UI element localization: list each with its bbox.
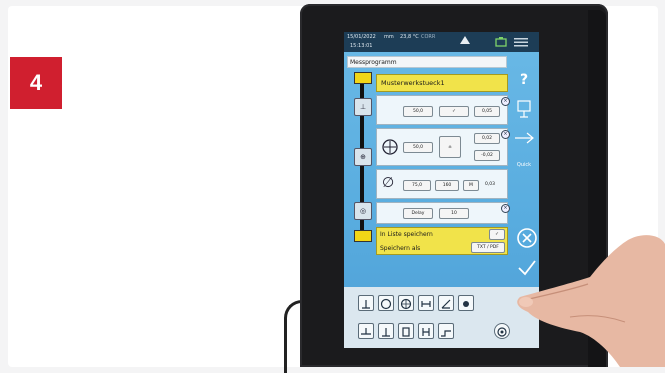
row2-tolerance-icon[interactable]: ± — [439, 136, 461, 158]
row2-upper[interactable]: 0,02 — [474, 133, 500, 144]
program-name-panel[interactable]: Musterwerkstueck1 — [376, 74, 508, 92]
diameter-icon: ∅ — [382, 175, 395, 191]
row2-lower[interactable]: -0,02 — [474, 150, 500, 161]
program-title: Messprogramm — [347, 56, 507, 68]
row3-sub-chip[interactable]: M — [463, 180, 479, 191]
measure-row-2[interactable]: 50,0 ± 0,02 -0,02 × — [376, 128, 510, 166]
tool-height-icon[interactable] — [358, 295, 374, 311]
rail-node-axis[interactable]: ⊕ — [354, 148, 372, 166]
rail-node-delay[interactable]: ◎ — [354, 202, 372, 220]
row4-value[interactable]: 10 — [439, 208, 469, 219]
menu-icon[interactable] — [514, 37, 528, 47]
help-button[interactable]: ? — [512, 72, 536, 88]
status-temperature: 23,8 °C — [400, 34, 419, 40]
rail-start-cap[interactable] — [354, 72, 372, 84]
row1-value-b[interactable]: 0,05 — [474, 106, 500, 117]
step-number: 4 — [29, 70, 43, 95]
row2-remove-icon[interactable]: × — [501, 130, 510, 139]
status-time: 15:13:01 — [350, 43, 373, 49]
pointing-hand — [517, 235, 665, 367]
row3-value-a[interactable]: 75,0 — [403, 180, 431, 191]
measure-row-3[interactable]: ∅ 75,0 160 M 0,03 — [376, 169, 508, 199]
row2-value-a[interactable]: 50,0 — [403, 142, 433, 153]
tool-bore-icon[interactable] — [398, 323, 414, 339]
row1-value-a[interactable]: 50,0 — [403, 106, 433, 117]
measure-row-4[interactable]: Delay 10 × — [376, 202, 510, 224]
row4-remove-icon[interactable]: × — [501, 204, 510, 213]
program-title-text: Messprogramm — [350, 59, 397, 66]
tool-center-icon[interactable] — [398, 295, 414, 311]
measure-row-1[interactable]: 50,0 ✓ 0,05 × — [376, 95, 510, 125]
row3-value-c: 0,03 — [485, 182, 496, 187]
rail-end-cap[interactable] — [354, 230, 372, 242]
tool-flatness-icon[interactable] — [358, 323, 374, 339]
rail-node-position[interactable]: ⊥ — [354, 98, 372, 116]
probe-icon[interactable] — [512, 100, 536, 118]
program-name: Musterwerkstueck1 — [381, 79, 445, 87]
tool-circle-icon[interactable] — [378, 295, 394, 311]
row1-remove-icon[interactable]: × — [501, 97, 510, 106]
status-date: 15/01/2022 — [347, 34, 376, 40]
transfer-icon[interactable] — [512, 130, 536, 146]
status-unit: mm — [384, 34, 394, 40]
connection-icon — [495, 37, 507, 47]
row1-check-chip[interactable]: ✓ — [439, 106, 469, 117]
status-mode: CORR — [421, 34, 436, 40]
row4-label[interactable]: Delay — [403, 208, 433, 219]
program-rail: ⊥ ⊕ ◎ — [351, 72, 373, 242]
step-badge: 4 — [10, 57, 62, 109]
concentricity-icon — [382, 139, 398, 155]
tool-perpendicular-icon[interactable] — [378, 323, 394, 339]
row3-value-b[interactable]: 160 — [435, 180, 459, 191]
signal-icon — [460, 36, 470, 44]
status-bar: 15/01/2022 mm 23,8 °C CORR 15:13:01 — [344, 32, 539, 52]
save-as-label[interactable]: Speichern als — [380, 245, 420, 252]
quick-button[interactable]: Quick — [512, 162, 536, 168]
